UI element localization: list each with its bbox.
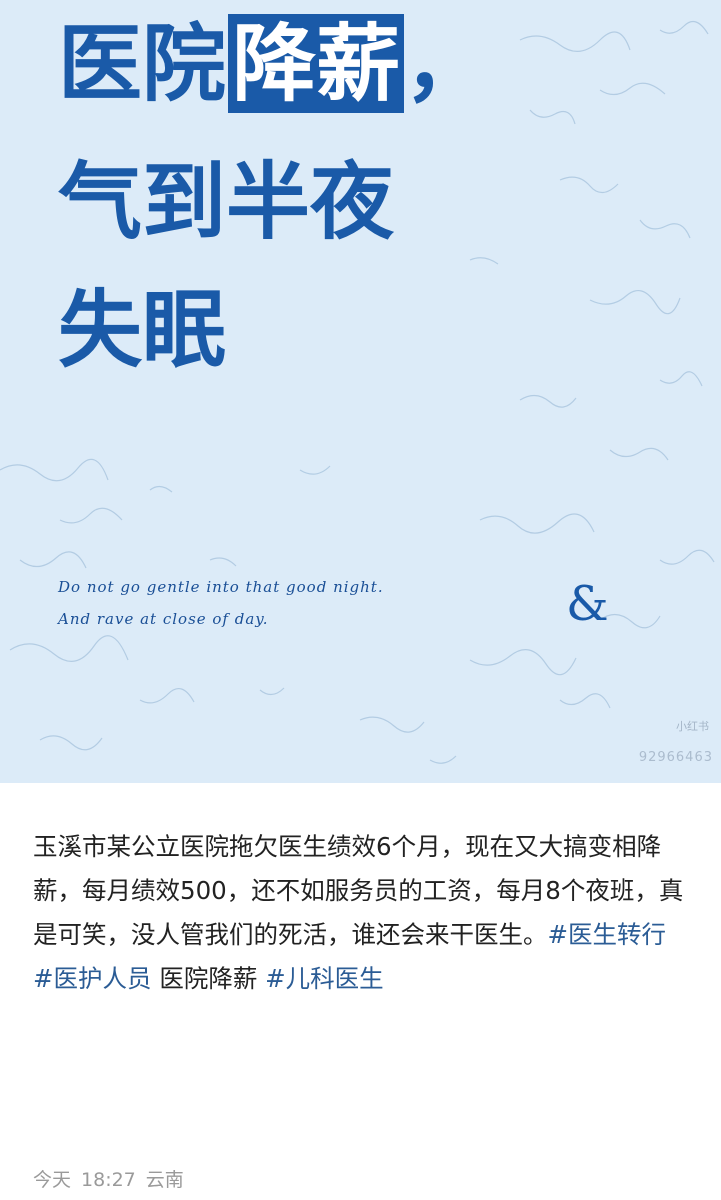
post-meta: 今天 18:27 云南 — [33, 1165, 194, 1192]
script-quote-line-1: Do not go gentle into that good night. — [58, 578, 384, 596]
post-location: 云南 — [145, 1169, 184, 1191]
hashtag-link[interactable]: #医护人员 — [33, 964, 152, 993]
headline-line-3: 失眠 — [58, 280, 227, 379]
script-quote-line-2: And rave at close of day. — [58, 610, 269, 628]
headline-highlight-text: 降薪 — [228, 14, 405, 113]
post-date: 今天 — [33, 1169, 72, 1191]
post-text-segment: 医院降薪 — [159, 964, 258, 993]
watermark-id: 92966463 — [638, 750, 713, 765]
map-texture-decoration — [0, 20, 715, 764]
post-time: 18:27 — [81, 1169, 136, 1191]
headline-line-2: 气到半夜 — [58, 152, 395, 251]
watermark-logo: 小红书 — [676, 720, 709, 733]
ampersand-glyph: & — [566, 576, 609, 632]
post-body-text: 玉溪市某公立医院拖欠医生绩效6个月，现在又大搞变相降薪，每月绩效500，还不如服… — [33, 825, 693, 1001]
headline-comma: ， — [404, 14, 489, 113]
headline-plain-text: 医院 — [58, 14, 227, 113]
headline-line-1: 医院降薪， — [58, 14, 488, 114]
hashtag-link[interactable]: #儿科医生 — [265, 964, 384, 993]
hashtag-link[interactable]: #医生转行 — [548, 920, 667, 949]
post-image[interactable]: 医院降薪， 气到半夜 失眠 Do not go gentle into that… — [0, 0, 721, 783]
